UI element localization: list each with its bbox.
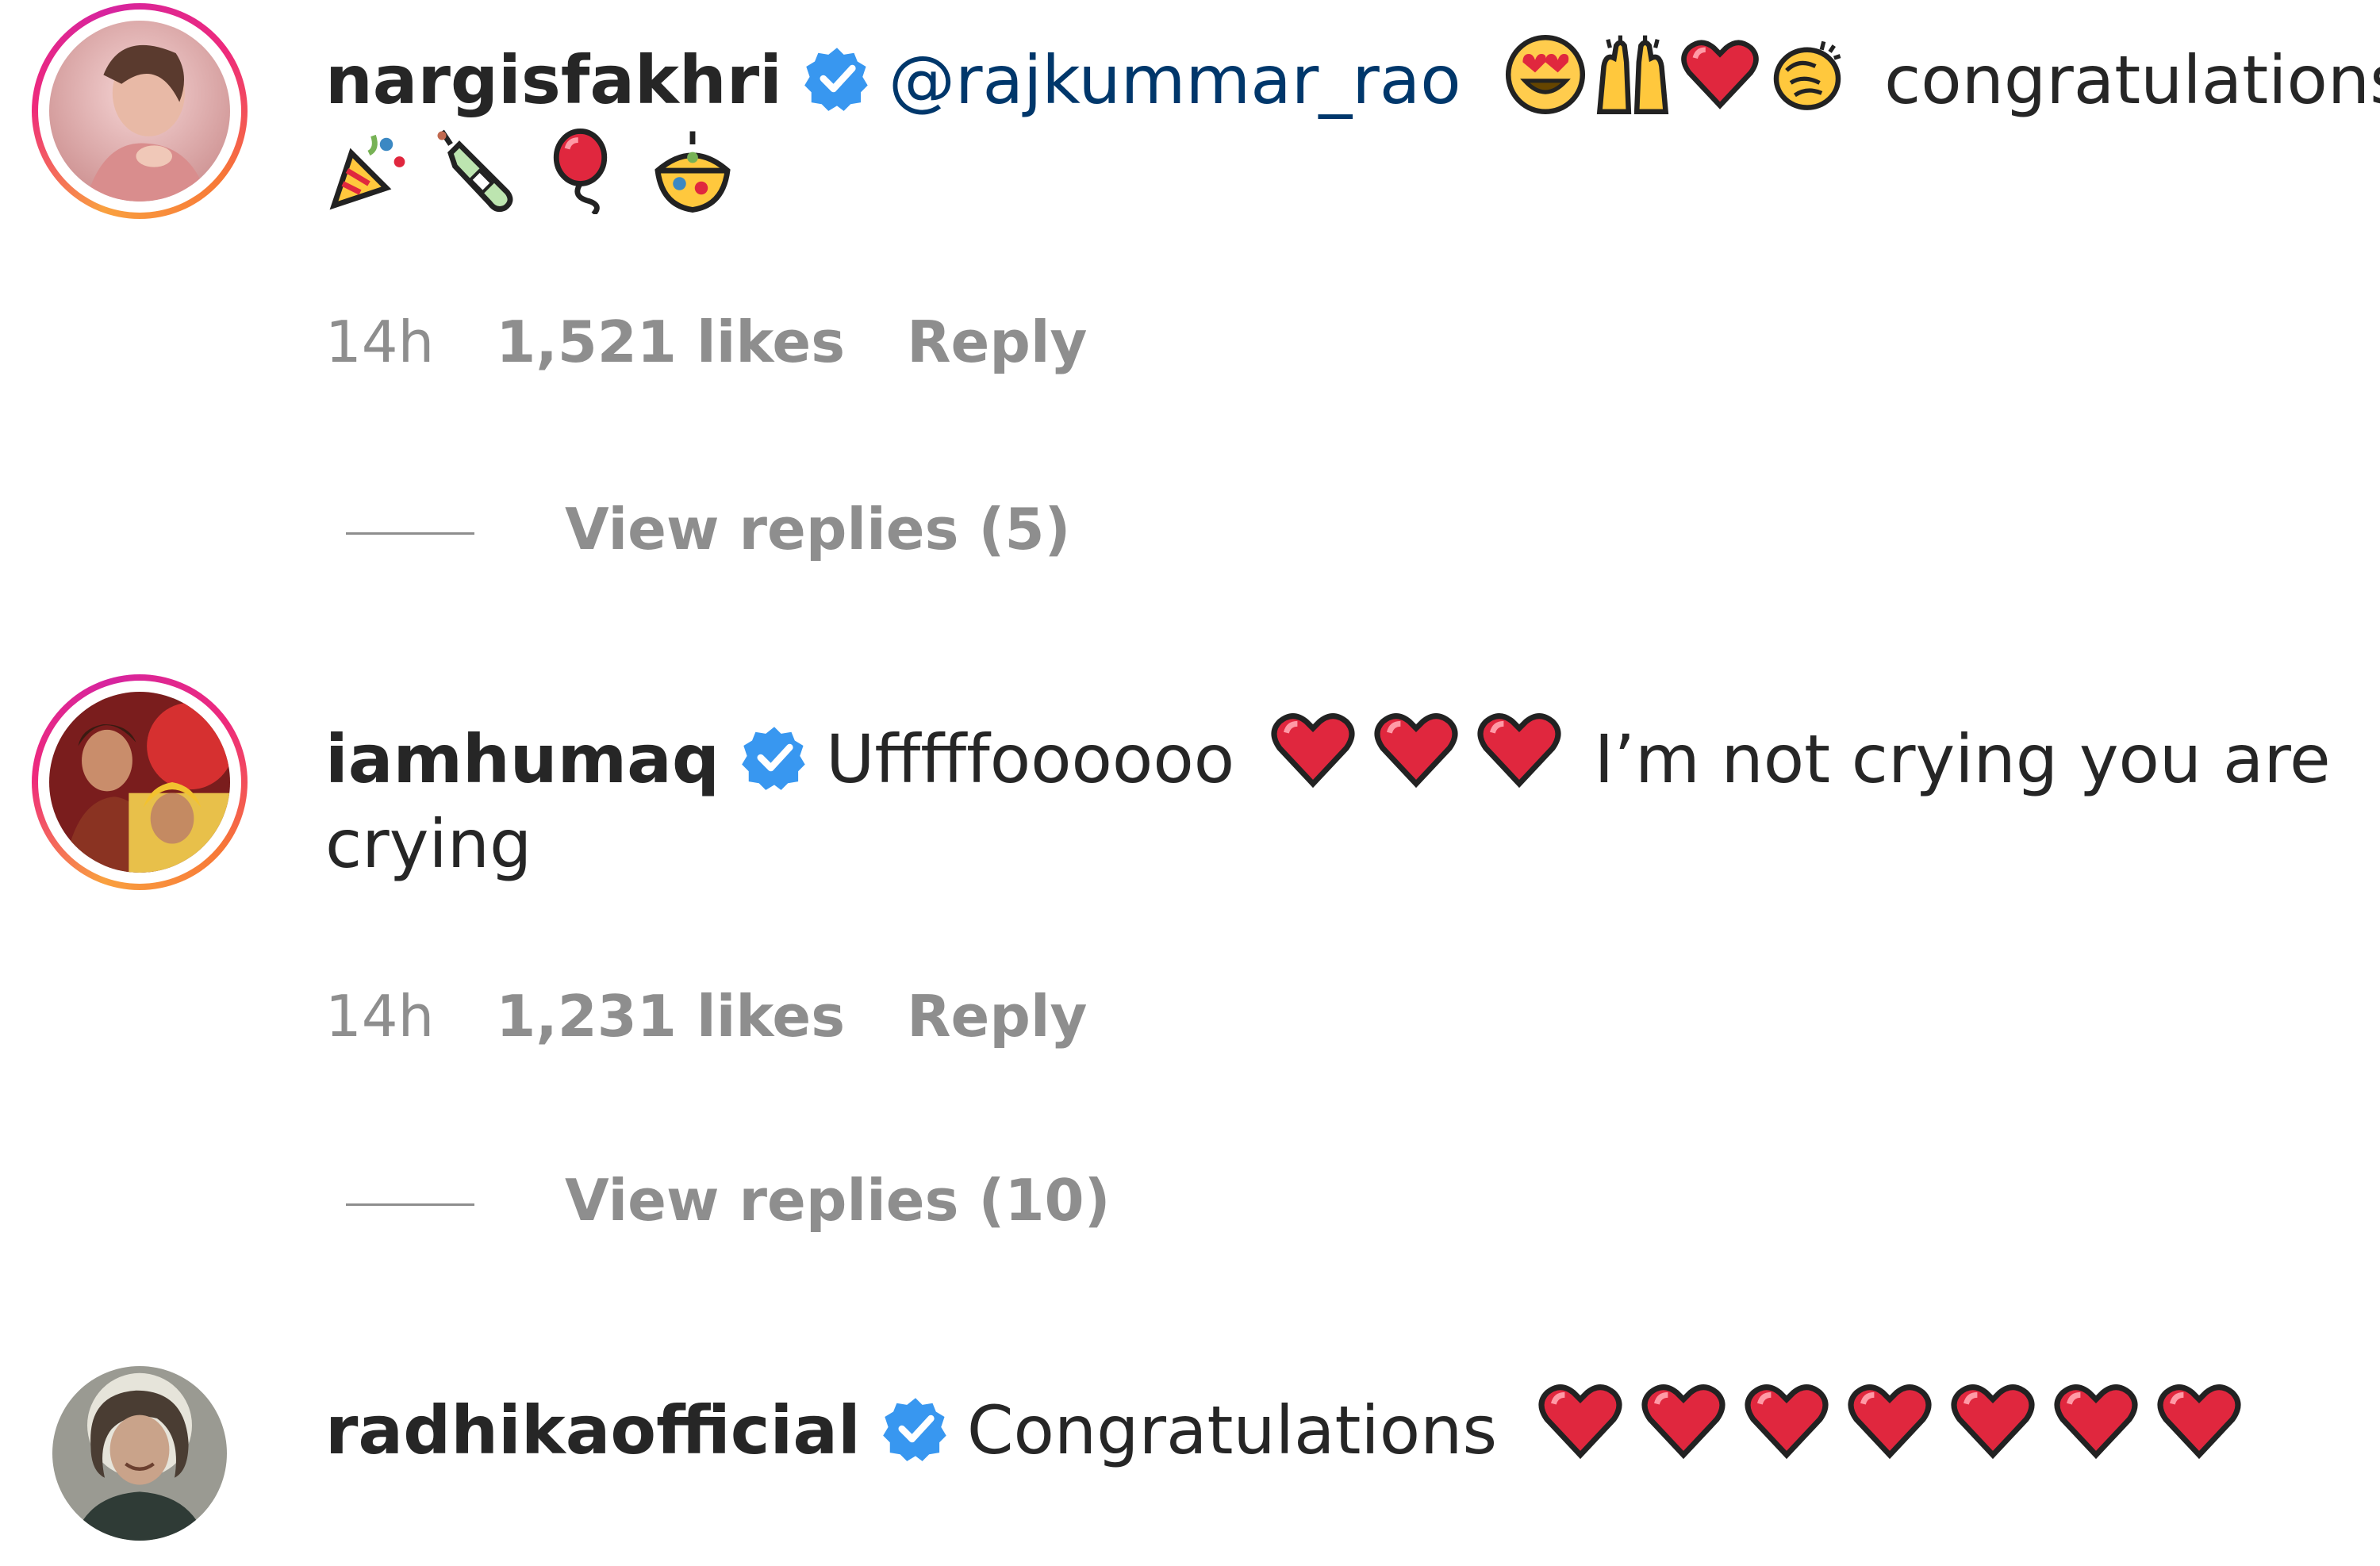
- comment-text: congratulations: [1884, 41, 2380, 119]
- red-heart-icon: [2155, 1377, 2244, 1483]
- comment-likes[interactable]: 1,521 likes: [496, 309, 845, 375]
- comment-likes[interactable]: 1,231 likes: [496, 983, 845, 1050]
- raising-hands-icon: [1591, 33, 1674, 132]
- view-replies-button[interactable]: View replies (5): [346, 493, 1070, 565]
- verified-badge-icon: [803, 44, 871, 113]
- replies-divider: [346, 1203, 474, 1206]
- red-heart-icon: [1372, 706, 1461, 812]
- red-heart-icon: [1845, 1377, 1934, 1483]
- balloon-icon: [541, 127, 628, 231]
- red-heart-icon: [1269, 706, 1357, 812]
- confetti-ball-icon: [649, 127, 736, 231]
- comment-time[interactable]: 14h: [325, 983, 434, 1050]
- red-heart-icon: [1679, 33, 1761, 132]
- view-replies-label: View replies (10): [565, 1167, 1111, 1234]
- comment-time[interactable]: 14h: [325, 309, 434, 375]
- comment-meta: 14h 1,521 likes Reply: [325, 306, 1150, 378]
- comment-username[interactable]: iamhumaq: [325, 720, 720, 798]
- red-heart-icon: [1948, 1377, 2037, 1483]
- view-replies-label: View replies (5): [565, 496, 1071, 562]
- view-replies-button[interactable]: View replies (10): [346, 1165, 1111, 1236]
- comments-page: nargisfakhri @rajkummar_rao congratulatio…: [0, 0, 2380, 1566]
- red-heart-icon: [1742, 1377, 1831, 1483]
- avatar[interactable]: [32, 674, 248, 890]
- comment-text: Congratulations: [966, 1391, 1498, 1469]
- reply-button[interactable]: Reply: [907, 309, 1087, 375]
- red-heart-icon: [1639, 1377, 1728, 1483]
- comment-text: Ufffffoooooo: [825, 720, 1235, 798]
- comment-text: I’m not crying you are: [1594, 720, 2331, 798]
- profile-photo-icon: [49, 21, 230, 202]
- profile-photo-icon: [52, 1366, 227, 1541]
- smiling-face-with-heart-eyes-icon: [1504, 33, 1587, 132]
- verified-badge-icon: [740, 724, 808, 792]
- comment-username[interactable]: nargisfakhri: [325, 41, 782, 119]
- party-popper-icon: [325, 127, 413, 231]
- avatar[interactable]: [32, 3, 248, 219]
- comment-meta: 14h 1,231 likes Reply: [325, 981, 1150, 1052]
- bottle-with-popping-cork-icon: [433, 127, 520, 231]
- clapping-hands-icon: [1766, 33, 1848, 132]
- mention-link[interactable]: @rajkummar_rao: [889, 41, 1461, 119]
- comment-text-line-2: [325, 127, 736, 231]
- comment-username[interactable]: radhikaofficial: [325, 1391, 861, 1469]
- comment-text-continued: crying: [325, 805, 532, 883]
- avatar[interactable]: [52, 1366, 227, 1541]
- red-heart-icon: [1536, 1377, 1625, 1483]
- replies-divider: [346, 532, 474, 535]
- red-heart-icon: [2052, 1377, 2140, 1483]
- comment-text-line: iamhumaq Ufffffoooooo I’m not crying you …: [325, 706, 2331, 812]
- comment-text-line-2: crying: [325, 804, 532, 884]
- comment-text-line: nargisfakhri @rajkummar_rao congratulatio…: [325, 33, 2380, 132]
- verified-badge-icon: [881, 1395, 950, 1463]
- profile-photo-icon: [49, 692, 230, 873]
- reply-button[interactable]: Reply: [907, 983, 1087, 1050]
- comment-text-line: radhikaofficial Congratulations: [325, 1377, 2244, 1483]
- red-heart-icon: [1475, 706, 1564, 812]
